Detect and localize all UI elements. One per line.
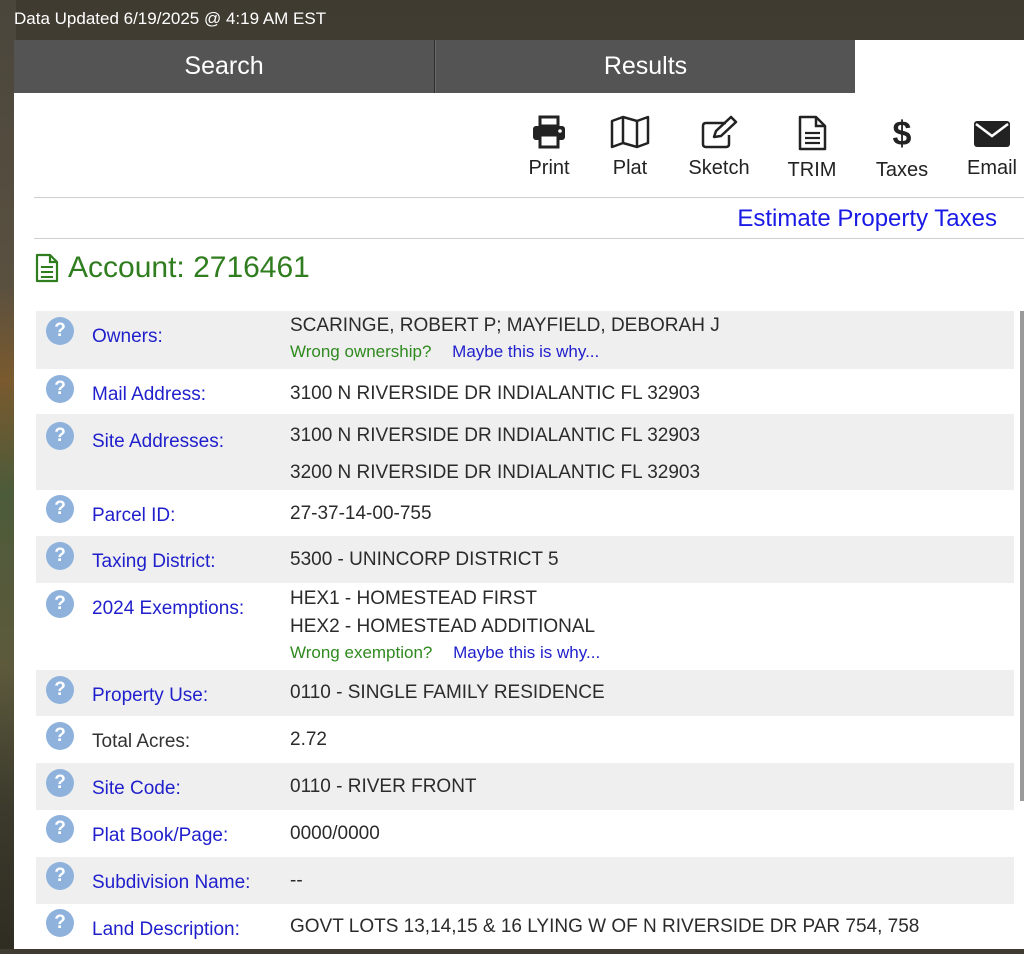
wrong-exemption-link[interactable]: Wrong exemption? bbox=[290, 643, 432, 662]
print-icon bbox=[533, 115, 565, 149]
print-label: Print bbox=[528, 157, 570, 179]
owners-text: SCARINGE, ROBERT P; MAYFIELD, DEBORAH J bbox=[290, 315, 720, 336]
taxing-district-value: 5300 - UNINCORP DISTRICT 5 bbox=[290, 549, 559, 570]
maybe-why-link[interactable]: Maybe this is why... bbox=[453, 643, 600, 662]
site-code-value: 0110 - RIVER FRONT bbox=[290, 776, 477, 797]
total-acres-label: Total Acres: bbox=[92, 731, 191, 752]
site-code-label[interactable]: Site Code: bbox=[92, 778, 181, 800]
detail-row-subdivision-name: ? Subdivision Name: -- bbox=[36, 857, 1014, 904]
parcel-id-value: 27-37-14-00-755 bbox=[290, 503, 432, 524]
detail-row-exemptions: ? 2024 Exemptions: HEX1 - HOMESTEAD FIRS… bbox=[36, 583, 1014, 670]
subdivision-name-label[interactable]: Subdivision Name: bbox=[92, 872, 250, 894]
taxes-label: Taxes bbox=[875, 159, 929, 181]
plat-book-page-value: 0000/0000 bbox=[290, 823, 380, 844]
mail-address-label[interactable]: Mail Address: bbox=[92, 384, 206, 406]
detail-panel: Print Plat Sketch TRIM $ Taxes Email Est… bbox=[14, 93, 1024, 949]
detail-row-property-use: ? Property Use: 0110 - SINGLE FAMILY RES… bbox=[36, 670, 1014, 716]
help-icon[interactable]: ? bbox=[46, 815, 74, 843]
tab-search[interactable]: Search bbox=[14, 40, 435, 94]
property-use-value: 0110 - SINGLE FAMILY RESIDENCE bbox=[290, 682, 605, 703]
tab-bar: Search Results bbox=[14, 40, 1024, 94]
mail-address-value: 3100 N RIVERSIDE DR INDIALANTIC FL 32903 bbox=[290, 383, 701, 404]
tab-detail-active[interactable] bbox=[855, 40, 1024, 94]
land-description-value: GOVT LOTS 13,14,15 & 16 LYING W OF N RIV… bbox=[290, 916, 920, 937]
site-addresses-label[interactable]: Site Addresses: bbox=[92, 431, 224, 453]
taxing-district-label[interactable]: Taxing District: bbox=[92, 551, 216, 573]
dollar-icon: $ bbox=[893, 115, 912, 151]
exemption-1: HEX1 - HOMESTEAD FIRST bbox=[290, 588, 538, 609]
wrong-ownership-link[interactable]: Wrong ownership? bbox=[290, 342, 431, 361]
help-icon[interactable]: ? bbox=[46, 542, 74, 570]
side-image-edge bbox=[1020, 311, 1024, 801]
divider bbox=[34, 197, 1024, 198]
property-use-label[interactable]: Property Use: bbox=[92, 685, 208, 707]
site-addresses-value: 3100 N RIVERSIDE DR INDIALANTIC FL 32903… bbox=[290, 425, 700, 484]
estimate-taxes-link[interactable]: Estimate Property Taxes bbox=[737, 205, 997, 233]
help-icon[interactable]: ? bbox=[46, 495, 74, 523]
site-address-2: 3200 N RIVERSIDE DR INDIALANTIC FL 32903 bbox=[290, 462, 701, 483]
help-icon[interactable]: ? bbox=[46, 769, 74, 797]
map-icon bbox=[610, 115, 650, 149]
owners-value: SCARINGE, ROBERT P; MAYFIELD, DEBORAH J … bbox=[290, 315, 720, 362]
help-icon[interactable]: ? bbox=[46, 422, 74, 450]
detail-row-owners: ? Owners: SCARINGE, ROBERT P; MAYFIELD, … bbox=[36, 311, 1014, 369]
help-icon[interactable]: ? bbox=[46, 317, 74, 345]
envelope-icon bbox=[974, 121, 1010, 147]
detail-row-site-code: ? Site Code: 0110 - RIVER FRONT bbox=[36, 763, 1014, 810]
data-updated-banner: Data Updated 6/19/2025 @ 4:19 AM EST bbox=[14, 9, 327, 28]
file-text-icon bbox=[35, 253, 59, 283]
total-acres-value: 2.72 bbox=[290, 729, 327, 750]
print-button[interactable]: Print bbox=[520, 115, 578, 185]
help-icon[interactable]: ? bbox=[46, 676, 74, 704]
parcel-id-label[interactable]: Parcel ID: bbox=[92, 505, 175, 527]
email-label: Email bbox=[966, 157, 1017, 179]
subdivision-name-value: -- bbox=[290, 870, 303, 891]
svg-text:$: $ bbox=[893, 115, 912, 151]
owners-label[interactable]: Owners: bbox=[92, 326, 163, 348]
land-description-label[interactable]: Land Description: bbox=[92, 919, 240, 941]
property-details-table: ? Owners: SCARINGE, ROBERT P; MAYFIELD, … bbox=[36, 311, 1014, 954]
exemptions-label[interactable]: 2024 Exemptions: bbox=[92, 598, 244, 620]
plat-label: Plat bbox=[612, 157, 648, 179]
detail-row-site-addresses: ? Site Addresses: 3100 N RIVERSIDE DR IN… bbox=[36, 414, 1014, 490]
exemption-2: HEX2 - HOMESTEAD ADDITIONAL bbox=[290, 616, 596, 637]
help-icon[interactable]: ? bbox=[46, 375, 74, 403]
account-heading: Account: 2716461 bbox=[34, 251, 310, 285]
divider bbox=[34, 238, 1024, 239]
detail-row-land-description: ? Land Description: GOVT LOTS 13,14,15 &… bbox=[36, 904, 1014, 954]
site-address-1: 3100 N RIVERSIDE DR INDIALANTIC FL 32903 bbox=[290, 425, 701, 446]
detail-row-taxing-district: ? Taxing District: 5300 - UNINCORP DISTR… bbox=[36, 536, 1014, 583]
help-icon[interactable]: ? bbox=[46, 722, 74, 750]
taxes-button[interactable]: $ Taxes bbox=[872, 115, 932, 185]
help-icon[interactable]: ? bbox=[46, 862, 74, 890]
maybe-why-link[interactable]: Maybe this is why... bbox=[452, 342, 599, 361]
account-title: Account: 2716461 bbox=[68, 251, 310, 284]
detail-row-parcel-id: ? Parcel ID: 27-37-14-00-755 bbox=[36, 490, 1014, 536]
detail-row-plat-book-page: ? Plat Book/Page: 0000/0000 bbox=[36, 810, 1014, 857]
trim-label: TRIM bbox=[787, 159, 837, 181]
detail-row-mail-address: ? Mail Address: 3100 N RIVERSIDE DR INDI… bbox=[36, 369, 1014, 414]
document-icon bbox=[798, 115, 827, 151]
detail-row-total-acres: ? Total Acres: 2.72 bbox=[36, 716, 1014, 763]
trim-button[interactable]: TRIM bbox=[786, 115, 838, 185]
pencil-square-icon bbox=[701, 115, 738, 149]
help-icon[interactable]: ? bbox=[46, 590, 74, 618]
sketch-button[interactable]: Sketch bbox=[680, 115, 758, 185]
plat-book-page-label[interactable]: Plat Book/Page: bbox=[92, 825, 228, 847]
plat-button[interactable]: Plat bbox=[608, 115, 652, 185]
exemptions-value: HEX1 - HOMESTEAD FIRST HEX2 - HOMESTEAD … bbox=[290, 588, 600, 663]
sketch-label: Sketch bbox=[688, 157, 750, 179]
help-icon[interactable]: ? bbox=[46, 909, 74, 937]
email-button[interactable]: Email bbox=[964, 115, 1020, 185]
tab-results[interactable]: Results bbox=[435, 40, 855, 94]
